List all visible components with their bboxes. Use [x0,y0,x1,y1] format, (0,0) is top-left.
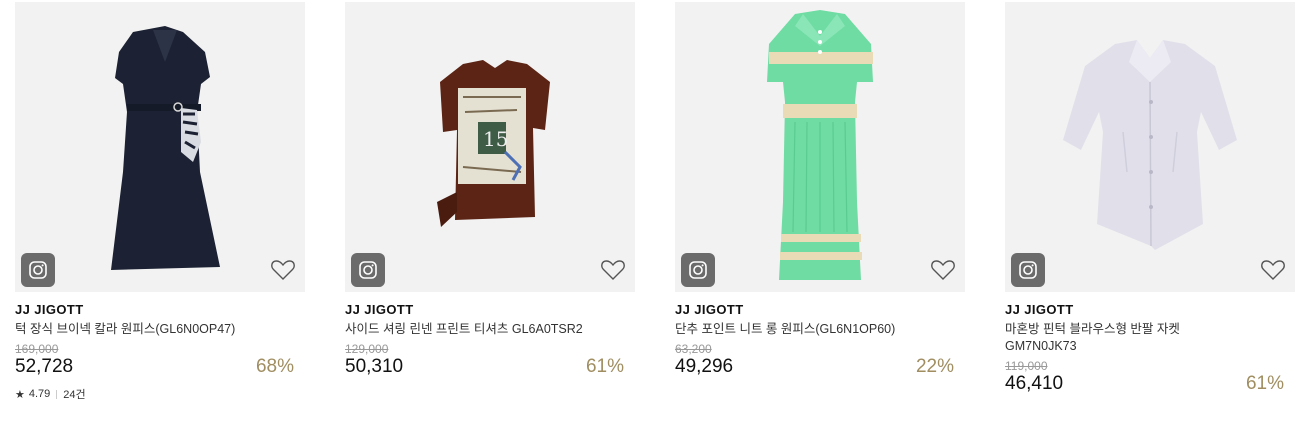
product-card[interactable]: JJ JIGOTT 마혼방 핀턱 블라우스형 반팔 자켓 GM7N0JK73 1… [1005,2,1295,395]
lavender-blouse-jacket-image [1063,40,1237,250]
instagram-badge[interactable] [681,253,715,287]
mint-knit-dress-image [767,10,873,280]
instagram-icon [689,261,707,279]
product-name[interactable]: 단추 포인트 니트 롱 원피스(GL6N1OP60) [675,321,955,338]
star-icon: ★ [15,388,25,401]
brown-print-tshirt-image: 15 [437,60,550,227]
sale-price: 52,728 [15,356,74,377]
sale-price: 49,296 [675,356,734,377]
heart-icon[interactable] [930,258,956,282]
svg-text:15: 15 [483,127,508,151]
heart-icon[interactable] [600,258,626,282]
review-count: 24건 [63,389,86,401]
divider [56,389,58,399]
heart-icon[interactable] [1260,258,1286,282]
product-card[interactable]: JJ JIGOTT 턱 장식 브이넥 칼라 원피스(GL6N0OP47) 169… [15,2,305,402]
product-thumbnail[interactable] [1005,2,1295,292]
original-price: 63,200 [675,342,712,356]
discount-rate: 61% [585,356,624,377]
price-row: 46,410 61% [1005,373,1295,395]
instagram-badge[interactable] [21,253,55,287]
rating-row: ★ 4.79 24건 [15,386,305,402]
original-price: 129,000 [345,342,389,356]
product-name[interactable]: 턱 장식 브이넥 칼라 원피스(GL6N0OP47) [15,321,295,338]
navy-belted-dress-image [111,26,220,270]
product-thumbnail[interactable] [675,2,965,292]
instagram-icon [1019,261,1037,279]
product-card[interactable]: JJ JIGOTT 단추 포인트 니트 롱 원피스(GL6N1OP60) 63,… [675,2,965,378]
product-name[interactable]: 마혼방 핀턱 블라우스형 반팔 자켓 GM7N0JK73 [1005,321,1235,355]
discount-rate: 61% [1245,373,1284,394]
product-thumbnail[interactable] [15,2,305,292]
product-card[interactable]: 15 JJ JIGOTT 사이드 셔링 린넨 프린트 티셔츠 GL6A0TSR2… [345,2,635,378]
product-grid: JJ JIGOTT 턱 장식 브이넥 칼라 원피스(GL6N0OP47) 169… [0,0,1305,423]
brand-name: JJ JIGOTT [1005,302,1074,317]
original-price: 119,000 [1005,359,1048,373]
price-row: 49,296 22% [675,356,965,378]
instagram-badge[interactable] [1011,253,1045,287]
sale-price: 46,410 [1005,373,1064,394]
price-row: 52,728 68% [15,356,305,378]
original-price: 169,000 [15,342,59,356]
product-name[interactable]: 사이드 셔링 린넨 프린트 티셔츠 GL6A0TSR2 [345,321,625,338]
heart-icon[interactable] [270,258,296,282]
brand-name: JJ JIGOTT [345,302,414,317]
brand-name: JJ JIGOTT [675,302,744,317]
instagram-icon [359,261,377,279]
discount-rate: 22% [915,356,954,377]
price-row: 50,310 61% [345,356,635,378]
discount-rate: 68% [255,356,294,377]
instagram-badge[interactable] [351,253,385,287]
product-thumbnail[interactable]: 15 [345,2,635,292]
sale-price: 50,310 [345,356,404,377]
brand-name: JJ JIGOTT [15,302,84,317]
rating-score: 4.79 [28,388,51,400]
instagram-icon [29,261,47,279]
